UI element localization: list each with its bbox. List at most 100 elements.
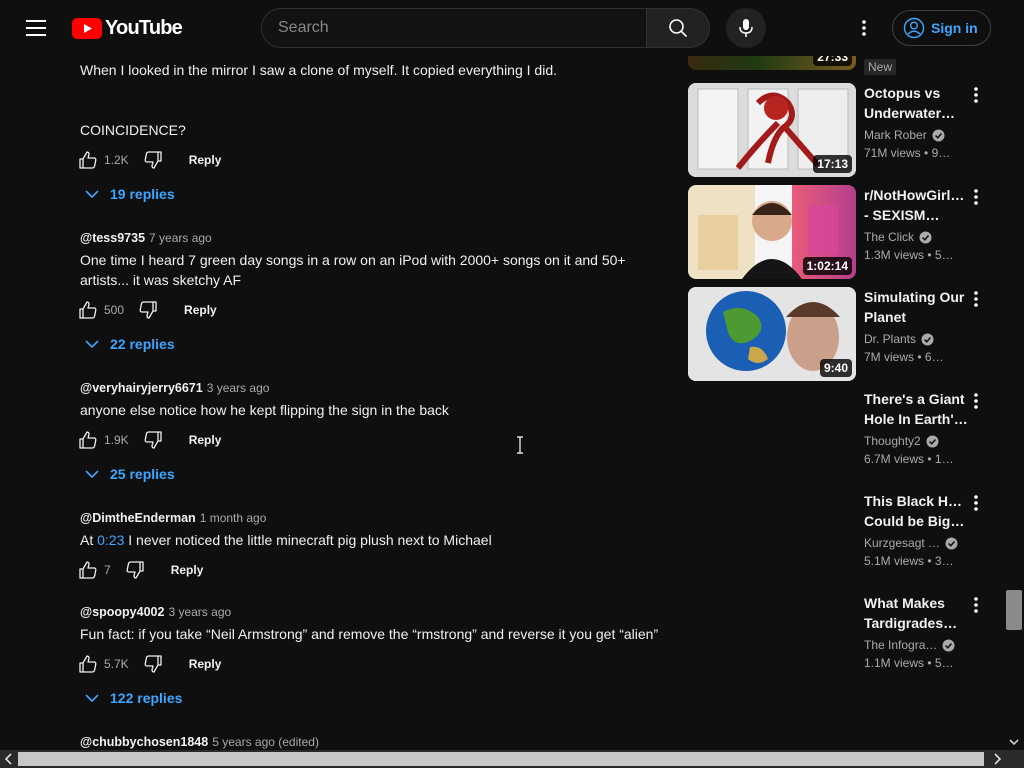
comment-author[interactable]: @tess9735: [80, 231, 145, 245]
comment-text: When I looked in the mirror I saw a clon…: [80, 62, 557, 78]
related-videos: 27:33 New 17:13 Octopus vs Underwater… Ma…: [688, 56, 1004, 750]
video-channel[interactable]: The Infogra…: [864, 636, 955, 654]
search-input[interactable]: [262, 9, 647, 47]
dislike-icon[interactable]: [141, 652, 165, 676]
upload-age: 6…: [924, 350, 944, 364]
like-count: 1.2K: [104, 153, 129, 167]
comment-age[interactable]: 3 years ago: [168, 605, 231, 619]
scroll-down-arrow-icon[interactable]: [1008, 736, 1020, 748]
vertical-scrollbar-thumb[interactable]: [1006, 590, 1022, 630]
view-replies-button[interactable]: 122 replies: [80, 686, 182, 710]
video-thumbnail[interactable]: 27:33: [688, 56, 856, 70]
verified-icon: [919, 231, 932, 243]
comment-age[interactable]: 7 years ago: [149, 231, 212, 245]
view-replies-button[interactable]: 25 replies: [80, 462, 175, 486]
youtube-logo[interactable]: YouTube: [72, 17, 183, 39]
settings-more-icon[interactable]: [850, 14, 878, 42]
upload-age: 9…: [931, 146, 951, 160]
dislike-icon[interactable]: [141, 148, 165, 172]
channel-name: Mark Rober: [864, 128, 927, 142]
search-button[interactable]: [646, 8, 710, 48]
video-more-icon[interactable]: [966, 185, 986, 209]
menu-icon[interactable]: [20, 12, 52, 44]
view-count: 1.3M views: [864, 248, 925, 262]
video-stats: 7M views • 6…: [864, 350, 944, 364]
like-icon[interactable]: [76, 558, 100, 582]
chevron-down-icon: [80, 332, 104, 356]
comment-actions: 500 Reply: [76, 298, 217, 322]
video-title[interactable]: r/NotHowGirlsW - SEXISM…: [864, 185, 968, 225]
video-stats: 71M views • 9…: [864, 146, 951, 160]
horizontal-scrollbar-thumb[interactable]: [18, 752, 984, 766]
comment-text: Fun fact: if you take “Neil Armstrong” a…: [80, 626, 659, 642]
reply-button[interactable]: Reply: [189, 153, 222, 167]
reply-button[interactable]: Reply: [171, 563, 204, 577]
new-badge: New: [864, 59, 897, 75]
scroll-left-arrow-icon[interactable]: [2, 752, 16, 766]
comment-actions: 5.7K Reply: [76, 652, 221, 676]
like-icon[interactable]: [76, 298, 100, 322]
video-more-icon[interactable]: [966, 593, 986, 617]
comment-author[interactable]: @veryhairyjerry6671: [80, 381, 203, 395]
video-thumbnail[interactable]: 9:40: [688, 287, 856, 381]
voice-search-button[interactable]: [726, 8, 766, 48]
dislike-icon[interactable]: [141, 428, 165, 452]
comment-age[interactable]: 1 month ago: [200, 511, 267, 525]
replies-count: 25 replies: [110, 466, 175, 482]
video-more-icon[interactable]: [966, 491, 986, 515]
video-duration: 1:02:14: [802, 257, 852, 275]
video-channel[interactable]: Kurzgesagt …: [864, 534, 958, 552]
video-duration: 27:33: [813, 56, 852, 66]
upload-age: 3…: [934, 554, 954, 568]
reply-button[interactable]: Reply: [184, 303, 217, 317]
upload-age: 5…: [934, 656, 954, 670]
comment-age[interactable]: 5 years ago (edited): [212, 735, 319, 749]
dislike-icon[interactable]: [136, 298, 160, 322]
verified-icon: [942, 639, 955, 651]
video-title[interactable]: There's a Giant Hole In Earth's…: [864, 389, 968, 429]
upload-age: 5…: [934, 248, 954, 262]
video-more-icon[interactable]: [966, 83, 986, 107]
video-title[interactable]: Simulating Our Planet: [864, 287, 968, 327]
like-count: 7: [104, 563, 111, 577]
video-more-icon[interactable]: [966, 287, 986, 311]
like-icon[interactable]: [76, 148, 100, 172]
comment-author[interactable]: @spoopy4002: [80, 605, 164, 619]
comment-author[interactable]: @chubbychosen1848: [80, 735, 208, 749]
video-thumbnail[interactable]: 1:02:14: [688, 185, 856, 279]
comment-header: @spoopy4002 3 years ago: [80, 604, 231, 620]
dislike-icon[interactable]: [123, 558, 147, 582]
video-title[interactable]: What Makes Tardigrades…: [864, 593, 968, 633]
comment-actions: 7 Reply: [76, 558, 203, 582]
scroll-right-arrow-icon[interactable]: [990, 752, 1004, 766]
chevron-down-icon: [80, 182, 104, 206]
view-replies-button[interactable]: 22 replies: [80, 332, 175, 356]
chevron-down-icon: [80, 686, 104, 710]
video-more-icon[interactable]: [966, 389, 986, 413]
comment-age[interactable]: 3 years ago: [207, 381, 270, 395]
comment-text: At 0:23 I never noticed the little minec…: [80, 530, 492, 550]
video-title[interactable]: This Black Hole Could be Bigg…: [864, 491, 968, 531]
reply-button[interactable]: Reply: [189, 433, 222, 447]
search-icon: [669, 19, 688, 38]
video-stats: 1.3M views • 5…: [864, 248, 954, 262]
reply-button[interactable]: Reply: [189, 657, 222, 671]
like-icon[interactable]: [76, 428, 100, 452]
vertical-scrollbar[interactable]: [1004, 0, 1024, 750]
video-thumbnail[interactable]: 17:13: [688, 83, 856, 177]
sign-in-button[interactable]: Sign in: [892, 10, 991, 46]
video-channel[interactable]: The Click: [864, 228, 932, 246]
like-icon[interactable]: [76, 652, 100, 676]
replies-count: 19 replies: [110, 186, 175, 202]
view-replies-button[interactable]: 19 replies: [80, 182, 175, 206]
video-channel[interactable]: Dr. Plants: [864, 330, 934, 348]
comment-header: @DimtheEnderman 1 month ago: [80, 510, 266, 526]
timestamp-link[interactable]: 0:23: [97, 532, 124, 548]
video-channel[interactable]: Thoughty2: [864, 432, 939, 450]
replies-count: 22 replies: [110, 336, 175, 352]
channel-name: Dr. Plants: [864, 332, 917, 346]
video-title[interactable]: Octopus vs Underwater…: [864, 83, 968, 123]
comment-actions: 1.2K Reply: [76, 148, 221, 172]
video-channel[interactable]: Mark Rober: [864, 126, 945, 144]
comment-author[interactable]: @DimtheEnderman: [80, 511, 196, 525]
